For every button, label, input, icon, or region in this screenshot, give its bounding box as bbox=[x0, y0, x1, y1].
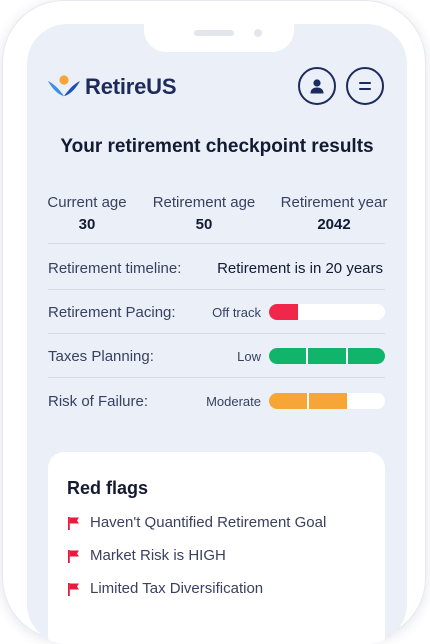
red-flag-text: Haven't Quantified Retirement Goal bbox=[90, 514, 327, 531]
card-title: Red flags bbox=[67, 478, 149, 498]
pacing-status: Off track bbox=[212, 305, 261, 320]
progress-segment bbox=[269, 348, 307, 364]
red-flag-text: Limited Tax Diversification bbox=[90, 580, 264, 597]
brand-logo[interactable]: RetireUS bbox=[47, 74, 177, 100]
page-title: Your retirement checkpoint results bbox=[60, 136, 374, 157]
list-item: Limited Tax Diversification bbox=[67, 580, 263, 597]
stat-retirement-year: Retirement year 2042 bbox=[279, 194, 389, 233]
menu-icon bbox=[359, 82, 371, 90]
divider bbox=[48, 289, 385, 290]
divider bbox=[48, 243, 385, 244]
taxes-progress-bar bbox=[269, 348, 385, 364]
red-flag-icon bbox=[68, 549, 79, 563]
stat-value: 30 bbox=[78, 216, 96, 233]
stat-value: 50 bbox=[195, 216, 213, 233]
red-flag-icon bbox=[68, 516, 79, 530]
taxes-status: Low bbox=[237, 349, 261, 364]
menu-button[interactable] bbox=[346, 67, 384, 105]
stat-retirement-age: Retirement age 50 bbox=[151, 194, 257, 233]
risk-progress-bar bbox=[269, 393, 385, 409]
pacing-label: Retirement Pacing: bbox=[48, 304, 176, 321]
stat-current-age: Current age 30 bbox=[47, 194, 127, 233]
timeline-label: Retirement timeline: bbox=[48, 260, 182, 277]
progress-segment bbox=[269, 304, 298, 320]
progress-segment bbox=[327, 304, 356, 320]
stat-label: Retirement year bbox=[280, 194, 388, 211]
stat-label: Retirement age bbox=[152, 194, 256, 211]
retireus-logo-icon bbox=[48, 75, 80, 98]
red-flag-text: Market Risk is HIGH bbox=[90, 547, 226, 564]
red-flags-card: Red flags Haven't Quantified Retirement … bbox=[48, 452, 385, 644]
phone-screen: RetireUS Your retirement checkpoint resu… bbox=[27, 24, 407, 644]
speaker-grille bbox=[194, 30, 234, 36]
progress-segment bbox=[307, 393, 347, 409]
red-flag-icon bbox=[68, 582, 79, 596]
list-item: Haven't Quantified Retirement Goal bbox=[67, 514, 326, 531]
pacing-progress-bar bbox=[269, 304, 385, 320]
stat-value: 2042 bbox=[317, 216, 351, 233]
timeline-value: Retirement is in 20 years bbox=[217, 260, 383, 277]
progress-segment bbox=[345, 348, 385, 364]
risk-status: Moderate bbox=[206, 394, 261, 409]
phone-frame: RetireUS Your retirement checkpoint resu… bbox=[2, 0, 426, 644]
divider bbox=[48, 333, 385, 334]
progress-segment bbox=[347, 393, 385, 409]
risk-label: Risk of Failure: bbox=[48, 393, 149, 410]
brand-name: RetireUS bbox=[85, 74, 177, 99]
profile-button[interactable] bbox=[298, 67, 336, 105]
front-camera bbox=[254, 29, 262, 37]
list-item: Market Risk is HIGH bbox=[67, 547, 226, 564]
progress-segment bbox=[356, 304, 385, 320]
progress-segment bbox=[298, 304, 327, 320]
phone-notch bbox=[144, 24, 294, 52]
progress-segment bbox=[306, 348, 346, 364]
stat-label: Current age bbox=[47, 194, 127, 211]
divider bbox=[48, 377, 385, 378]
user-icon bbox=[310, 78, 324, 93]
taxes-label: Taxes Planning: bbox=[48, 348, 154, 365]
progress-segment bbox=[269, 393, 307, 409]
